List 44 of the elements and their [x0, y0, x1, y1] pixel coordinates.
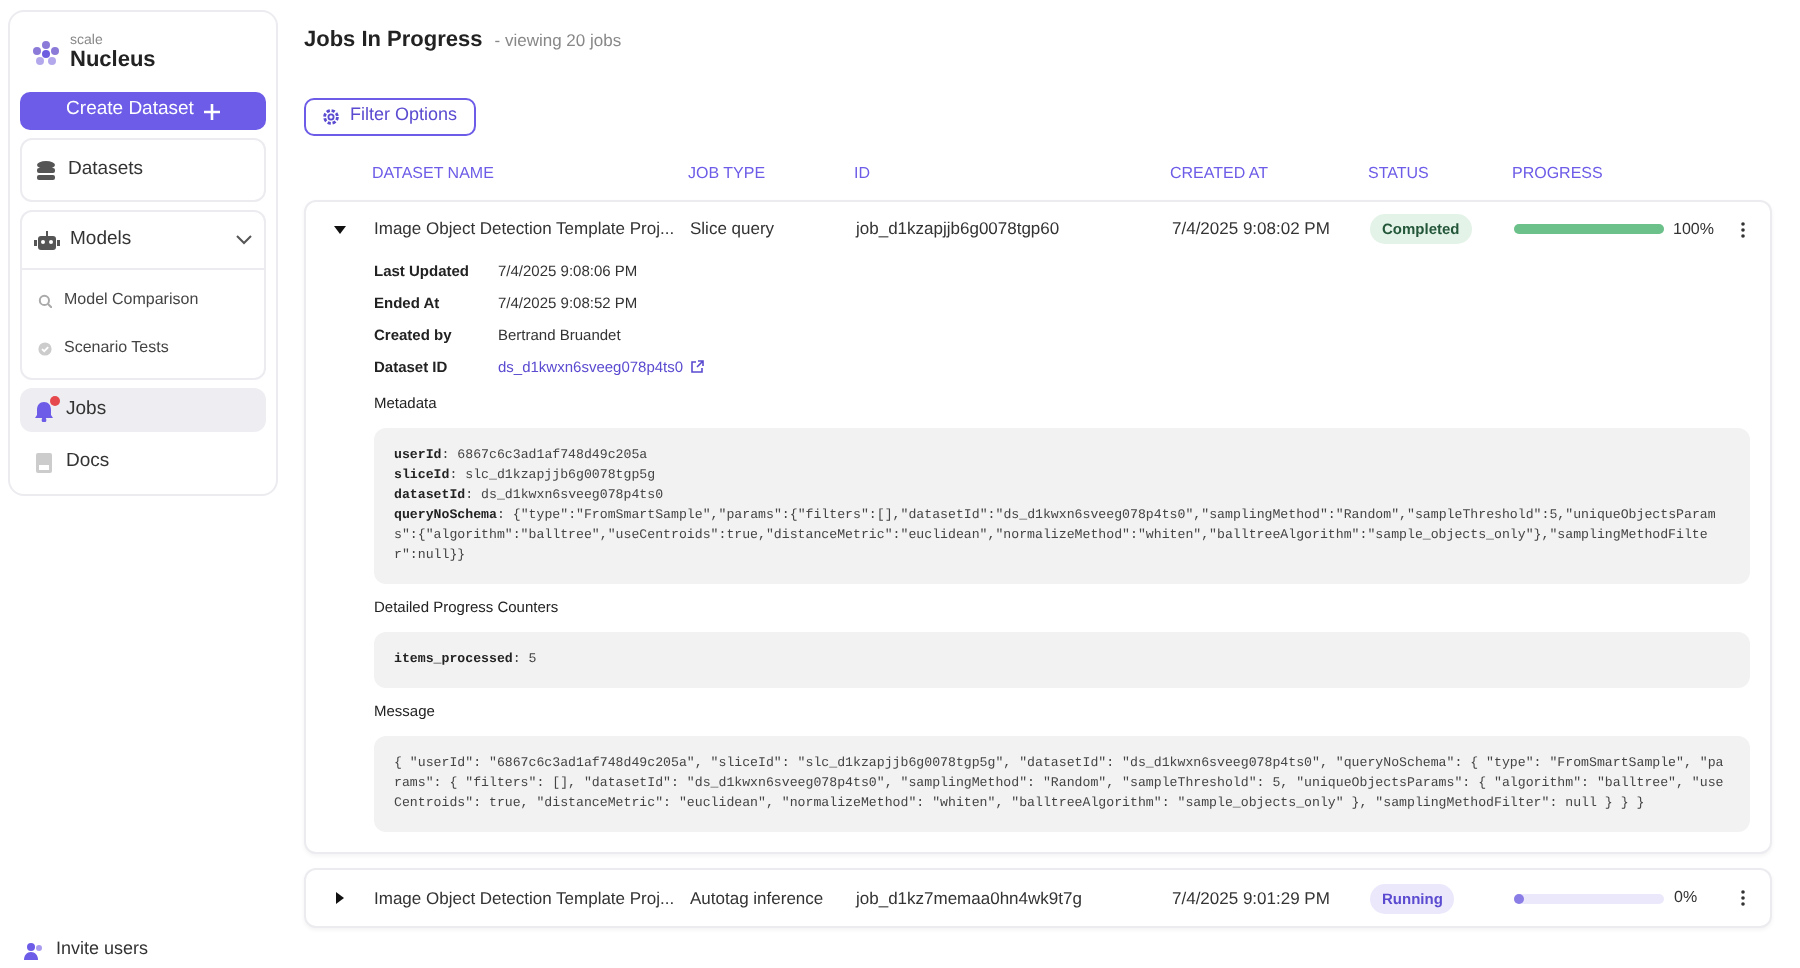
more-icon — [1739, 221, 1745, 237]
logo-icon — [32, 39, 60, 67]
nav-group-header[interactable]: Models — [22, 212, 264, 270]
search-icon — [38, 293, 52, 307]
job-id: job_d1kz7memaa0hn4wk9t7g — [856, 885, 1084, 912]
database-icon — [36, 159, 56, 181]
column-header[interactable]: CREATED AT — [1170, 161, 1368, 185]
invite-users-link[interactable]: Invite users — [56, 936, 149, 964]
caret-down-icon — [334, 223, 346, 235]
created-at: 7/4/2025 9:01:29 PM — [1172, 885, 1332, 912]
nav-subitem[interactable]: Model Comparison — [22, 276, 264, 324]
gear-icon — [322, 107, 340, 125]
page-subtitle: - viewing 20 jobs — [494, 28, 622, 54]
dataset-name: Image Object Detection Template Proj... — [374, 216, 677, 242]
users-icon — [24, 941, 44, 959]
dataset-name: Image Object Detection Template Proj... — [374, 885, 677, 912]
job-type: Slice query — [690, 216, 777, 242]
more-icon — [1739, 890, 1745, 907]
nav-subitem[interactable]: Scenario Tests — [22, 324, 264, 372]
plus-icon — [203, 103, 220, 119]
created-at: 7/4/2025 9:08:02 PM — [1172, 216, 1332, 242]
caret-right-icon — [334, 892, 346, 905]
nav-item[interactable]: Jobs — [20, 388, 266, 432]
page-title: Jobs In Progress — [304, 26, 483, 56]
job-id: job_d1kzapjjb6g0078tgp60 — [856, 216, 1062, 242]
chevron-icon — [236, 234, 252, 246]
column-header[interactable]: JOB TYPE — [688, 161, 854, 185]
progress-percent: 0% — [1674, 886, 1698, 911]
progress-percent: 100% — [1673, 217, 1714, 241]
brand-name: Nucleus — [70, 50, 156, 72]
create-dataset-button[interactable]: Create Dataset — [20, 92, 266, 130]
nav-item[interactable]: Datasets — [20, 138, 266, 202]
check-circle-icon — [38, 341, 52, 355]
job-type: Autotag inference — [690, 885, 826, 912]
column-header[interactable]: DATASET NAME — [372, 161, 688, 185]
robot-icon — [34, 229, 60, 251]
bell-icon — [34, 399, 54, 421]
document-icon — [34, 451, 54, 473]
column-header[interactable]: PROGRESS — [1512, 161, 1712, 185]
filter-options-button[interactable]: Filter Options — [304, 97, 476, 135]
column-header[interactable]: STATUS — [1368, 161, 1512, 185]
external-link-icon — [689, 360, 704, 375]
nav-item[interactable]: Docs — [20, 440, 266, 484]
column-header[interactable]: ID — [854, 161, 1170, 185]
